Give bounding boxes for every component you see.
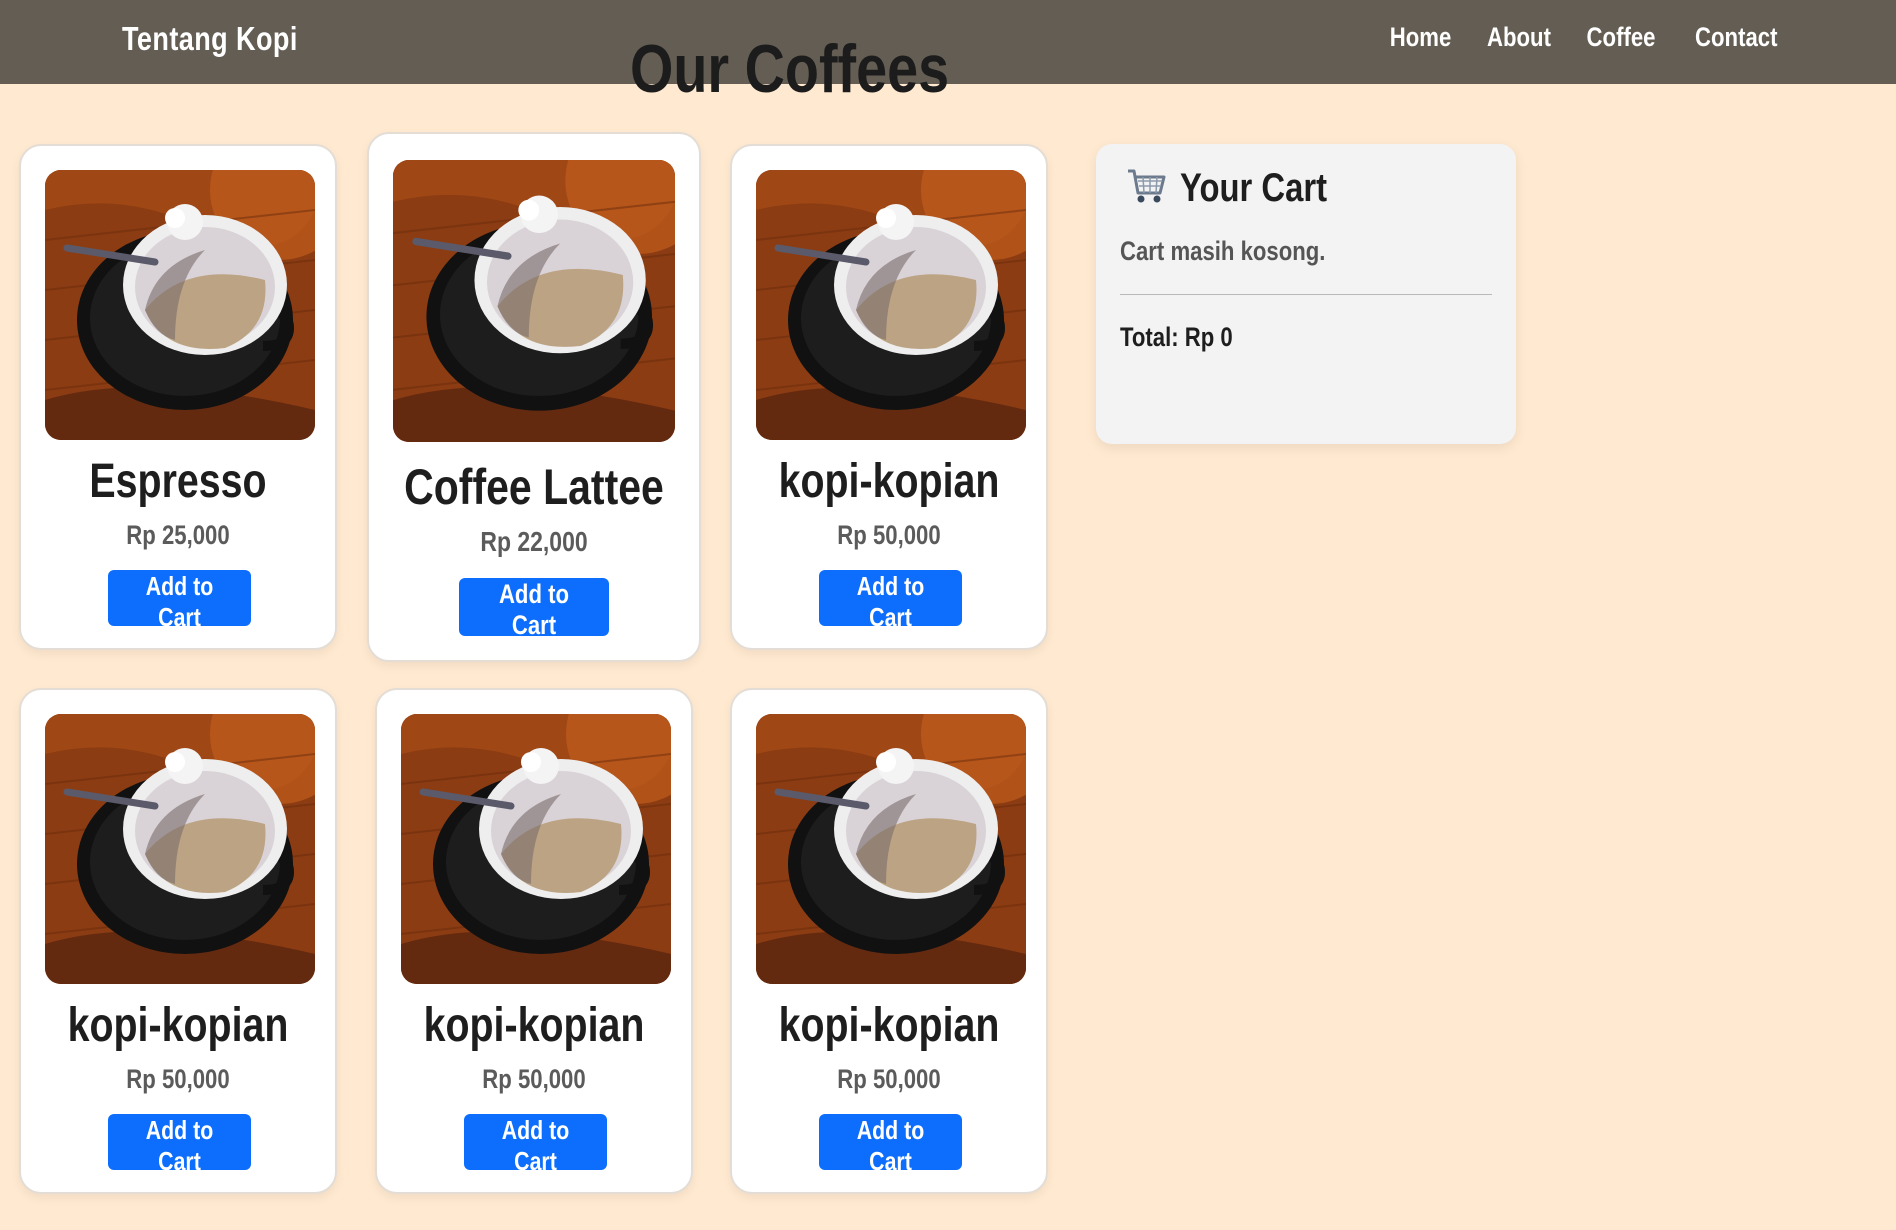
shopping-cart-icon (1126, 167, 1168, 210)
add-to-cart-button[interactable]: Add to Cart (819, 570, 962, 632)
product-card: Coffee Lattee Rp 22,000 Add to Cart (367, 132, 701, 662)
cart-title: Your Cart (1180, 166, 1328, 210)
coffee-image (45, 714, 315, 984)
coffee-image (401, 714, 671, 984)
product-card: kopi-kopian Rp 50,000 Add to Cart (730, 688, 1048, 1194)
add-to-cart-button[interactable]: Add to Cart (459, 578, 609, 640)
cart-total: Total: Rp 0 (1120, 322, 1233, 352)
product-price: Rp 22,000 (480, 526, 588, 557)
coffee-image (45, 170, 315, 440)
nav-link-about[interactable]: About (1487, 22, 1551, 53)
coffee-image (756, 170, 1026, 440)
cart-panel: Your Cart Cart masih kosong. Total: Rp 0 (1096, 144, 1516, 444)
coffee-image (756, 714, 1026, 984)
product-name: kopi-kopian (778, 999, 1000, 1052)
cart-header: Your Cart (1126, 166, 1359, 211)
add-to-cart-button[interactable]: Add to Cart (464, 1114, 607, 1176)
nav-link-contact[interactable]: Contact (1695, 22, 1777, 53)
cart-divider (1120, 294, 1492, 295)
coffee-image (393, 160, 675, 442)
product-price: Rp 50,000 (126, 1064, 230, 1094)
product-card: kopi-kopian Rp 50,000 Add to Cart (375, 688, 693, 1194)
product-name: Espresso (89, 455, 267, 508)
product-price: Rp 50,000 (837, 520, 941, 550)
nav-link-home[interactable]: Home (1389, 22, 1451, 53)
product-card: Espresso Rp 25,000 Add to Cart (19, 144, 337, 650)
add-to-cart-button[interactable]: Add to Cart (108, 1114, 251, 1176)
page-title: Our Coffees (630, 31, 950, 107)
nav-links: Home About Coffee Contact (1383, 22, 1787, 53)
add-to-cart-button[interactable]: Add to Cart (108, 570, 251, 632)
product-price: Rp 50,000 (837, 1064, 941, 1094)
product-card: kopi-kopian Rp 50,000 Add to Cart (19, 688, 337, 1194)
product-price: Rp 50,000 (482, 1064, 586, 1094)
product-name: kopi-kopian (67, 999, 289, 1052)
cart-empty-message: Cart masih kosong. (1120, 236, 1326, 266)
product-price: Rp 25,000 (126, 520, 230, 550)
add-to-cart-label: Add to Cart (856, 1115, 925, 1176)
brand-logo[interactable]: Tentang Kopi (122, 20, 298, 58)
nav-link-coffee[interactable]: Coffee (1587, 22, 1656, 53)
add-to-cart-label: Add to Cart (856, 571, 925, 632)
add-to-cart-label: Add to Cart (145, 571, 214, 632)
product-name: Coffee Lattee (404, 459, 664, 515)
add-to-cart-label: Add to Cart (498, 579, 570, 640)
add-to-cart-button[interactable]: Add to Cart (819, 1114, 962, 1176)
product-name: kopi-kopian (423, 999, 645, 1052)
product-card: kopi-kopian Rp 50,000 Add to Cart (730, 144, 1048, 650)
product-name: kopi-kopian (778, 455, 1000, 508)
add-to-cart-label: Add to Cart (501, 1115, 570, 1176)
add-to-cart-label: Add to Cart (145, 1115, 214, 1176)
